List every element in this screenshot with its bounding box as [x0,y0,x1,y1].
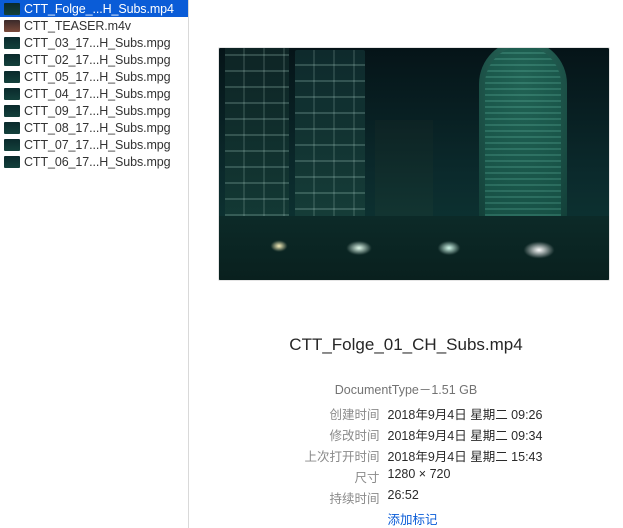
preview-filename: CTT_Folge_01_CH_Subs.mp4 [289,335,522,355]
meta-value: 2018年9月4日 星期二 09:26 [388,404,543,423]
file-label: CTT_05_17...H_Subs.mpg [24,70,171,84]
meta-value: 2018年9月4日 星期二 15:43 [388,446,543,465]
file-label: CTT_TEASER.m4v [24,19,131,33]
preview-metadata: 创建时间 2018年9月4日 星期二 09:26 修改时间 2018年9月4日 星期二… [270,404,543,528]
meta-value: 1280 × 720 [388,467,543,486]
file-thumb-icon [4,88,20,100]
file-row[interactable]: CTT_06_17...H_Subs.mpg [0,153,188,170]
file-row[interactable]: CTT_TEASER.m4v [0,17,188,34]
finder-column-view: CTT_Folge_...H_Subs.mp4 CTT_TEASER.m4v CTT… [0,0,623,528]
file-label: CTT_06_17...H_Subs.mpg [24,155,171,169]
meta-key: 创建时间 [270,404,380,423]
file-thumb-icon [4,20,20,32]
file-label: CTT_09_17...H_Subs.mpg [24,104,171,118]
file-label: CTT_07_17...H_Subs.mpg [24,138,171,152]
file-row[interactable]: CTT_07_17...H_Subs.mpg [0,136,188,153]
file-label: CTT_08_17...H_Subs.mpg [24,121,171,135]
file-label: CTT_Folge_...H_Subs.mp4 [24,2,174,16]
file-row[interactable]: CTT_03_17...H_Subs.mpg [0,34,188,51]
meta-value: 26:52 [388,488,543,507]
add-tags-link[interactable]: 添加标记 [388,509,543,528]
file-thumb-icon [4,3,20,15]
file-row[interactable]: CTT_09_17...H_Subs.mpg [0,102,188,119]
meta-key: 修改时间 [270,425,380,444]
file-thumb-icon [4,156,20,168]
file-thumb-icon [4,139,20,151]
file-row[interactable]: CTT_02_17...H_Subs.mpg [0,51,188,68]
file-thumb-icon [4,71,20,83]
file-thumb-icon [4,122,20,134]
meta-value: 2018年9月4日 星期二 09:34 [388,425,543,444]
preview-doc-type: DocumentType－1.51 GB [335,379,477,398]
file-thumb-icon [4,37,20,49]
preview-pane: CTT_Folge_01_CH_Subs.mp4 DocumentType－1.… [189,0,623,528]
meta-key: 尺寸 [270,467,380,486]
preview-thumbnail[interactable] [218,47,610,282]
file-label: CTT_03_17...H_Subs.mpg [24,36,171,50]
file-thumb-icon [4,105,20,117]
file-row[interactable]: CTT_04_17...H_Subs.mpg [0,85,188,102]
meta-key: 上次打开时间 [270,446,380,465]
file-row[interactable]: CTT_Folge_...H_Subs.mp4 [0,0,188,17]
file-thumb-icon [4,54,20,66]
file-row[interactable]: CTT_08_17...H_Subs.mpg [0,119,188,136]
file-label: CTT_04_17...H_Subs.mpg [24,87,171,101]
file-row[interactable]: CTT_05_17...H_Subs.mpg [0,68,188,85]
file-label: CTT_02_17...H_Subs.mpg [24,53,171,67]
meta-key: 持续时间 [270,488,380,507]
file-list: CTT_Folge_...H_Subs.mp4 CTT_TEASER.m4v CTT… [0,0,189,528]
